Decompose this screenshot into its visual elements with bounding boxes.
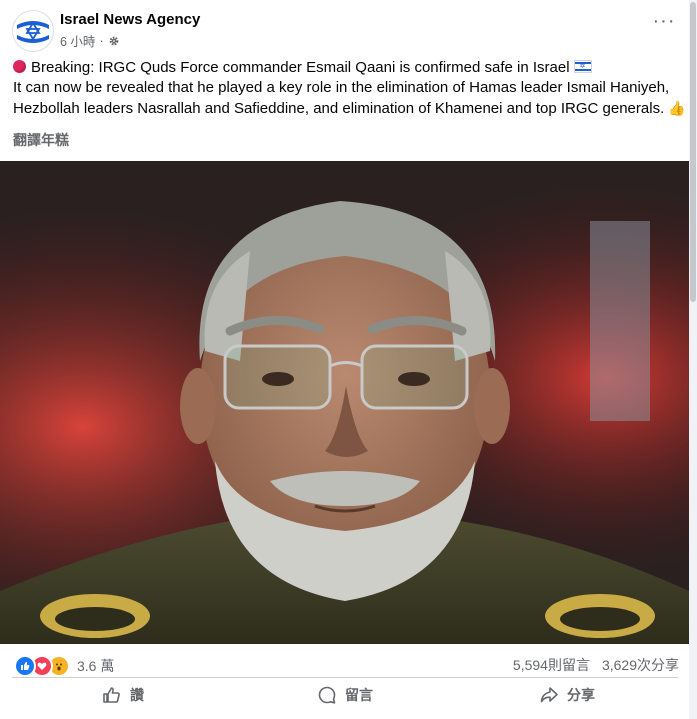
like-label: 讚 — [130, 687, 144, 703]
post-meta: 6 小時 · — [60, 31, 120, 50]
thumbs-up-icon — [103, 687, 120, 703]
settings-gear-icon[interactable] — [108, 35, 120, 47]
comment-button[interactable]: 留言 — [234, 680, 456, 710]
translate-link[interactable]: 翻譯年糕 — [13, 130, 69, 150]
more-dots-icon[interactable]: ··· — [652, 11, 676, 36]
post-line-1: Breaking: IRGC Quds Force commander Esma… — [13, 58, 683, 78]
share-button[interactable]: 分享 — [456, 680, 678, 710]
like-button[interactable]: 讚 — [12, 680, 234, 710]
like-icon — [14, 655, 36, 677]
portrait-illustration — [0, 161, 689, 644]
post-line-2: It can now be revealed that he played a … — [13, 79, 670, 96]
share-count[interactable]: 3,629次分享 — [602, 655, 679, 675]
israel-news-logo-icon — [13, 11, 53, 51]
vertical-scrollbar[interactable] — [689, 0, 697, 719]
israel-flag-emoji-icon: ✡ — [573, 60, 592, 73]
share-arrow-icon — [540, 687, 558, 703]
action-divider — [12, 677, 678, 678]
comment-bubble-icon — [318, 686, 336, 704]
post-header: Israel News Agency 6 小時 · ··· — [12, 8, 682, 52]
red-circle-emoji-icon — [13, 60, 26, 73]
thumbs-up-emoji-icon: 👍 — [668, 100, 686, 116]
post-line-3: Hezbollah leaders Nasrallah and Safieddi… — [13, 98, 686, 119]
post-body: Breaking: IRGC Quds Force commander Esma… — [13, 58, 686, 119]
reaction-summary[interactable]: 3.6 萬 — [14, 655, 114, 677]
post-headline: Breaking: IRGC Quds Force commander Esma… — [31, 59, 570, 76]
page-avatar[interactable] — [12, 10, 54, 52]
comment-count[interactable]: 5,594則留言 — [513, 655, 590, 675]
reaction-count: 3.6 萬 — [77, 658, 115, 674]
post-photo[interactable] — [0, 161, 689, 644]
share-label: 分享 — [567, 687, 595, 703]
page-name[interactable]: Israel News Agency — [60, 11, 200, 28]
post-time[interactable]: 6 小時 — [60, 31, 95, 50]
comment-label: 留言 — [345, 687, 373, 703]
post-card: Israel News Agency 6 小時 · ··· Breaking: … — [0, 0, 690, 719]
scrollbar-thumb[interactable] — [690, 2, 696, 302]
meta-separator: · — [99, 33, 104, 48]
action-bar: 讚 留言 分享 — [12, 680, 678, 710]
post-line-3-text: Hezbollah leaders Nasrallah and Safieddi… — [13, 100, 665, 117]
engagement-stats: 5,594則留言 3,629次分享 — [513, 655, 679, 675]
